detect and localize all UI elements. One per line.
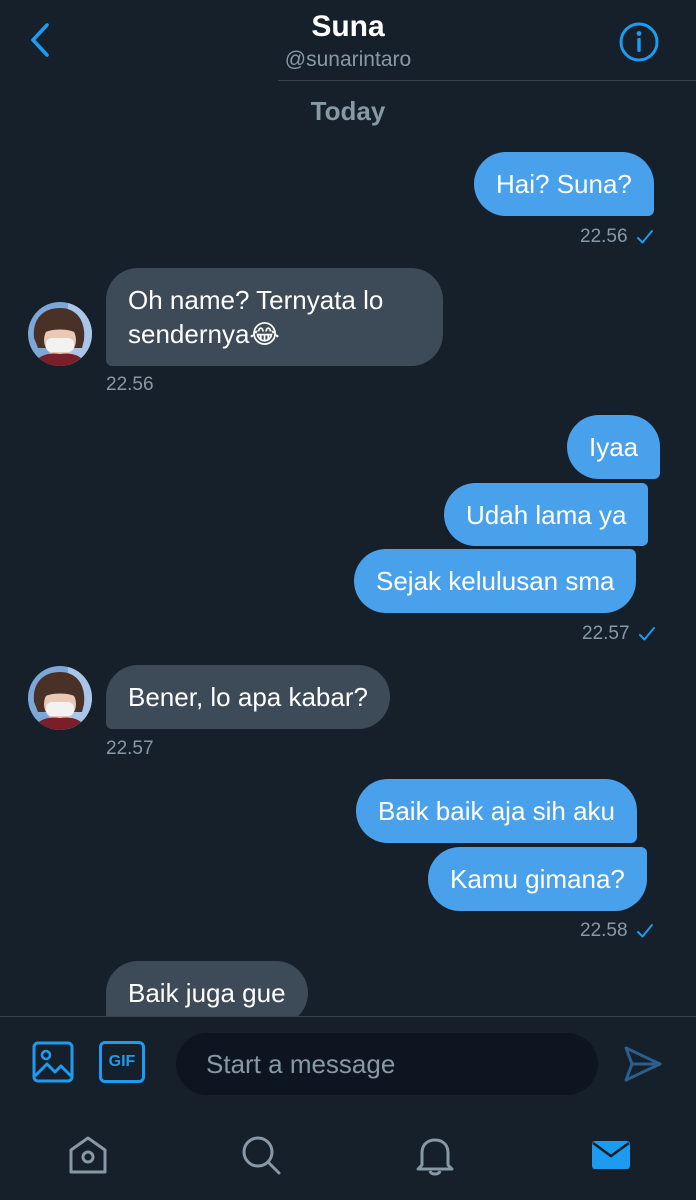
send-icon — [624, 1046, 662, 1082]
notifications-icon — [416, 1138, 454, 1176]
timestamp-text: 22.57 — [106, 738, 154, 759]
outgoing-message[interactable]: Baik baik aja sih aku — [356, 779, 638, 843]
conversation-handle[interactable]: @sunarintaro — [0, 48, 696, 72]
add-gif-button[interactable]: GIF — [97, 1039, 147, 1085]
tab-search[interactable] — [236, 1130, 286, 1180]
message-composer: GIF — [0, 1017, 696, 1110]
sent-check-icon — [638, 627, 655, 641]
message-timestamp: 22.57 — [106, 738, 154, 760]
gif-label: GIF — [108, 1053, 136, 1070]
add-image-button[interactable] — [30, 1039, 76, 1085]
outgoing-message[interactable]: Hai? Suna? — [474, 152, 654, 216]
incoming-message[interactable]: Bener, lo apa kabar? — [106, 665, 390, 729]
sent-check-icon — [636, 230, 653, 244]
message-clip-region: Baik juga gue — [0, 940, 696, 1016]
contact-avatar[interactable] — [28, 302, 92, 366]
timestamp-text: 22.56 — [580, 226, 628, 247]
avatar-image — [28, 666, 92, 730]
message-timestamp: 22.58 — [580, 920, 654, 942]
bottom-tab-bar — [0, 1110, 696, 1200]
image-icon — [32, 1041, 74, 1083]
home-icon — [69, 1136, 107, 1174]
outgoing-message[interactable]: Udah lama ya — [444, 483, 649, 546]
search-icon — [242, 1136, 281, 1175]
tab-messages[interactable] — [586, 1130, 636, 1180]
outgoing-message[interactable]: Iyaa — [567, 415, 661, 479]
info-button[interactable] — [617, 20, 661, 64]
message-input[interactable] — [176, 1033, 598, 1095]
timestamp-text: 22.57 — [582, 623, 630, 644]
timestamp-text: 22.56 — [106, 374, 154, 395]
tab-home[interactable] — [63, 1130, 113, 1180]
tab-notifications[interactable] — [410, 1130, 460, 1180]
outgoing-message[interactable]: Kamu gimana? — [428, 847, 647, 911]
incoming-message[interactable]: Oh name? Ternyata lo sendernya😂 — [106, 268, 443, 366]
dm-conversation-screen: Suna @sunarintaro Today Hai? Suna? 22.56… — [0, 0, 696, 1200]
avatar-image — [28, 302, 92, 366]
incoming-message[interactable]: Baik juga gue — [106, 961, 308, 1016]
message-timestamp: 22.56 — [580, 226, 654, 248]
send-button[interactable] — [620, 1041, 666, 1087]
date-separator: Today — [310, 96, 386, 126]
sent-check-icon — [636, 924, 653, 938]
contact-avatar[interactable] — [28, 666, 92, 730]
gif-icon: GIF — [99, 1041, 145, 1083]
timestamp-text: 22.58 — [580, 920, 628, 941]
conversation-title[interactable]: Suna — [0, 10, 696, 44]
message-timestamp: 22.57 — [582, 623, 656, 645]
header-divider — [278, 80, 696, 81]
outgoing-message[interactable]: Sejak kelulusan sma — [354, 549, 637, 613]
info-icon — [619, 22, 659, 62]
messages-icon — [592, 1141, 630, 1169]
conversation-header: Suna @sunarintaro — [0, 0, 696, 80]
message-timestamp: 22.56 — [106, 374, 154, 396]
